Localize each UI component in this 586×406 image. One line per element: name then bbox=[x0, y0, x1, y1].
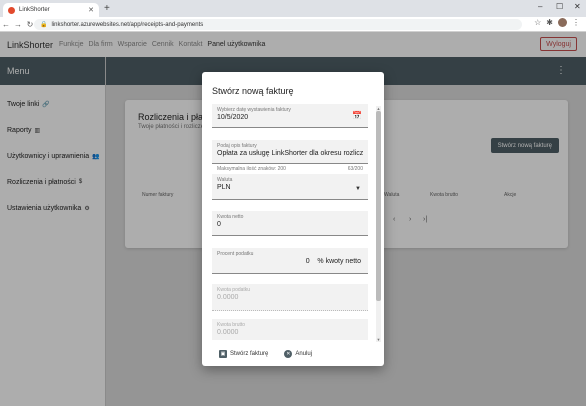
cancel-icon: ✕ bbox=[284, 350, 293, 358]
tax-amount-value: 0.0000 bbox=[217, 294, 239, 301]
star-icon[interactable]: ☆ bbox=[534, 18, 541, 27]
minimize-icon[interactable]: – bbox=[538, 2, 542, 11]
gross-amount-value: 0.0000 bbox=[217, 329, 239, 336]
browser-menu-icon[interactable]: ⋮ bbox=[572, 18, 580, 27]
tax-amount-field: Kwota podatku 0.0000 bbox=[212, 284, 368, 311]
browser-tab[interactable]: LinkShorter ✕ bbox=[3, 3, 99, 17]
gross-amount-field: Kwota brutto 0.0000 bbox=[212, 319, 368, 340]
date-field[interactable]: Wybierz datę wystawienia faktury 10/5/20… bbox=[212, 104, 368, 128]
description-field[interactable]: Podaj opis faktury Opłata za usługę Link… bbox=[212, 140, 368, 164]
maximize-icon[interactable]: ☐ bbox=[556, 2, 563, 11]
browser-tab-strip: LinkShorter ✕ + – ☐ ✕ bbox=[0, 0, 586, 17]
scrollbar-thumb[interactable] bbox=[376, 111, 381, 301]
description-value: Opłata za usługę LinkShorter dla okresu … bbox=[217, 150, 363, 157]
character-counter: 63/200 bbox=[347, 166, 363, 172]
dialog-scrollbar[interactable]: ▲ ▼ bbox=[376, 106, 381, 342]
close-window-icon[interactable]: ✕ bbox=[574, 2, 581, 11]
close-tab-icon[interactable]: ✕ bbox=[88, 6, 94, 14]
calendar-icon[interactable]: 📅 bbox=[352, 111, 362, 120]
dialog-actions: ▣ Stwórz fakturę ✕ Anuluj bbox=[219, 350, 312, 358]
create-invoice-dialog: Stwórz nową fakturę Wybierz datę wystawi… bbox=[202, 72, 384, 366]
browser-toolbar: ← → ↻ 🔒 linkshorter.azurewebsites.net/ap… bbox=[0, 17, 586, 32]
dropdown-arrow-icon: ▼ bbox=[355, 186, 361, 192]
back-icon[interactable]: ← bbox=[0, 20, 12, 29]
currency-select[interactable]: Waluta PLN ▼ bbox=[212, 174, 368, 200]
tax-percent-suffix: % kwoty netto bbox=[317, 258, 361, 265]
save-icon: ▣ bbox=[219, 350, 227, 358]
description-hint: Maksymalna ilość znaków: 200 bbox=[217, 166, 286, 172]
favicon-icon bbox=[8, 6, 15, 14]
forward-icon[interactable]: → bbox=[12, 20, 24, 29]
scroll-down-icon[interactable]: ▼ bbox=[376, 337, 381, 342]
date-value: 10/5/2020 bbox=[217, 114, 249, 121]
url-text: linkshorter.azurewebsites.net/app/receip… bbox=[51, 21, 204, 28]
create-invoice-label: Stwórz fakturę bbox=[230, 351, 269, 357]
tax-percent-field[interactable]: Procent podatku 0 % kwoty netto bbox=[212, 248, 368, 274]
tab-title: LinkShorter bbox=[19, 7, 50, 13]
lock-icon: 🔒 bbox=[40, 22, 48, 28]
net-amount-field[interactable]: Kwota netto 0 bbox=[212, 211, 368, 236]
new-tab-icon[interactable]: + bbox=[104, 3, 110, 15]
extensions-icon[interactable]: ✱ bbox=[546, 18, 553, 27]
profile-avatar[interactable] bbox=[558, 18, 567, 27]
tax-percent-value: 0 bbox=[305, 258, 310, 265]
net-amount-value: 0 bbox=[217, 221, 221, 228]
currency-value: PLN bbox=[217, 184, 231, 191]
address-bar[interactable]: 🔒 linkshorter.azurewebsites.net/app/rece… bbox=[34, 19, 522, 30]
dialog-title: Stwórz nową fakturę bbox=[212, 86, 294, 96]
create-invoice-button[interactable]: ▣ Stwórz fakturę bbox=[219, 350, 268, 358]
cancel-button[interactable]: ✕ Anuluj bbox=[284, 350, 312, 358]
dialog-body: Wybierz datę wystawienia faktury 10/5/20… bbox=[212, 104, 377, 340]
cancel-label: Anuluj bbox=[295, 351, 313, 357]
